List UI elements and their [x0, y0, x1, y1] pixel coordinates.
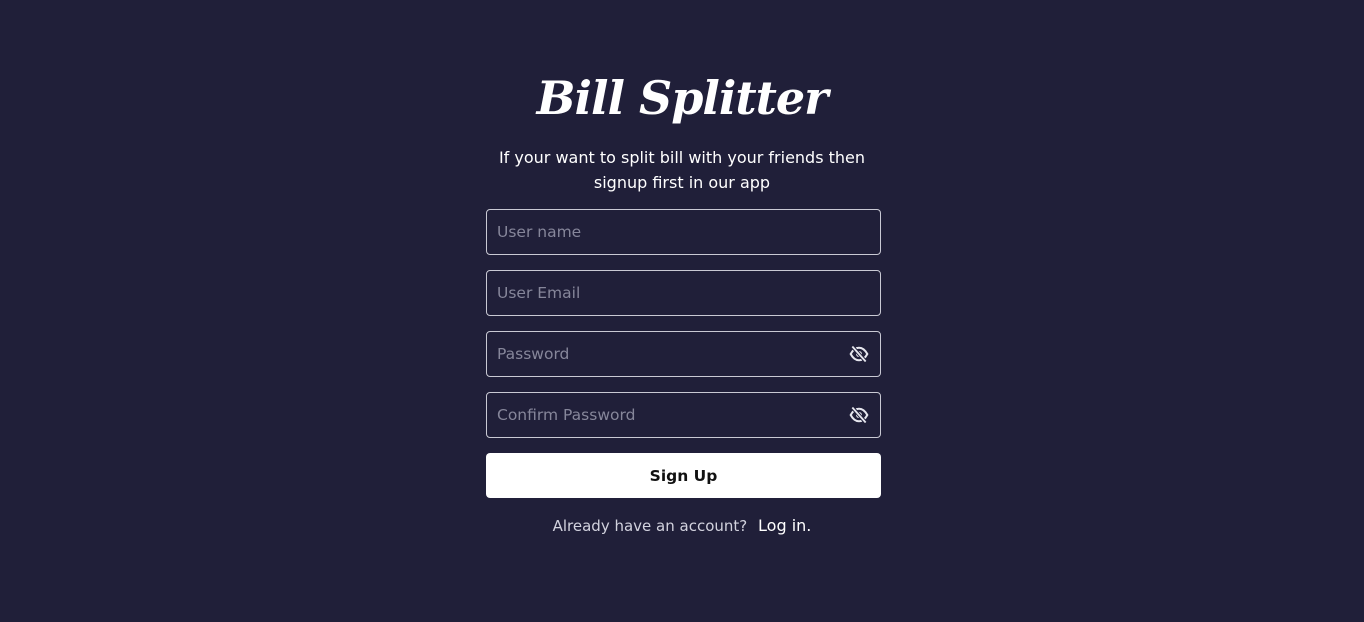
username-field	[486, 209, 881, 255]
confirm-password-field	[486, 392, 881, 438]
signup-page: Bill Splitter If your want to split bill…	[0, 0, 1364, 622]
password-input[interactable]	[487, 332, 847, 376]
confirm-password-input[interactable]	[487, 393, 847, 437]
login-prompt: Already have an account? Log in.	[0, 514, 1364, 538]
password-field	[486, 331, 881, 377]
eye-off-icon[interactable]	[847, 403, 871, 427]
username-input[interactable]	[487, 210, 880, 254]
app-title: Bill Splitter	[536, 71, 829, 125]
signup-button[interactable]: Sign Up	[486, 453, 881, 498]
eye-off-icon[interactable]	[847, 342, 871, 366]
login-question: Already have an account?	[552, 517, 748, 535]
app-subtitle: If your want to split bill with your fri…	[498, 148, 866, 192]
email-field	[486, 270, 881, 316]
email-input[interactable]	[487, 271, 880, 315]
login-link[interactable]: Log in.	[758, 516, 811, 535]
